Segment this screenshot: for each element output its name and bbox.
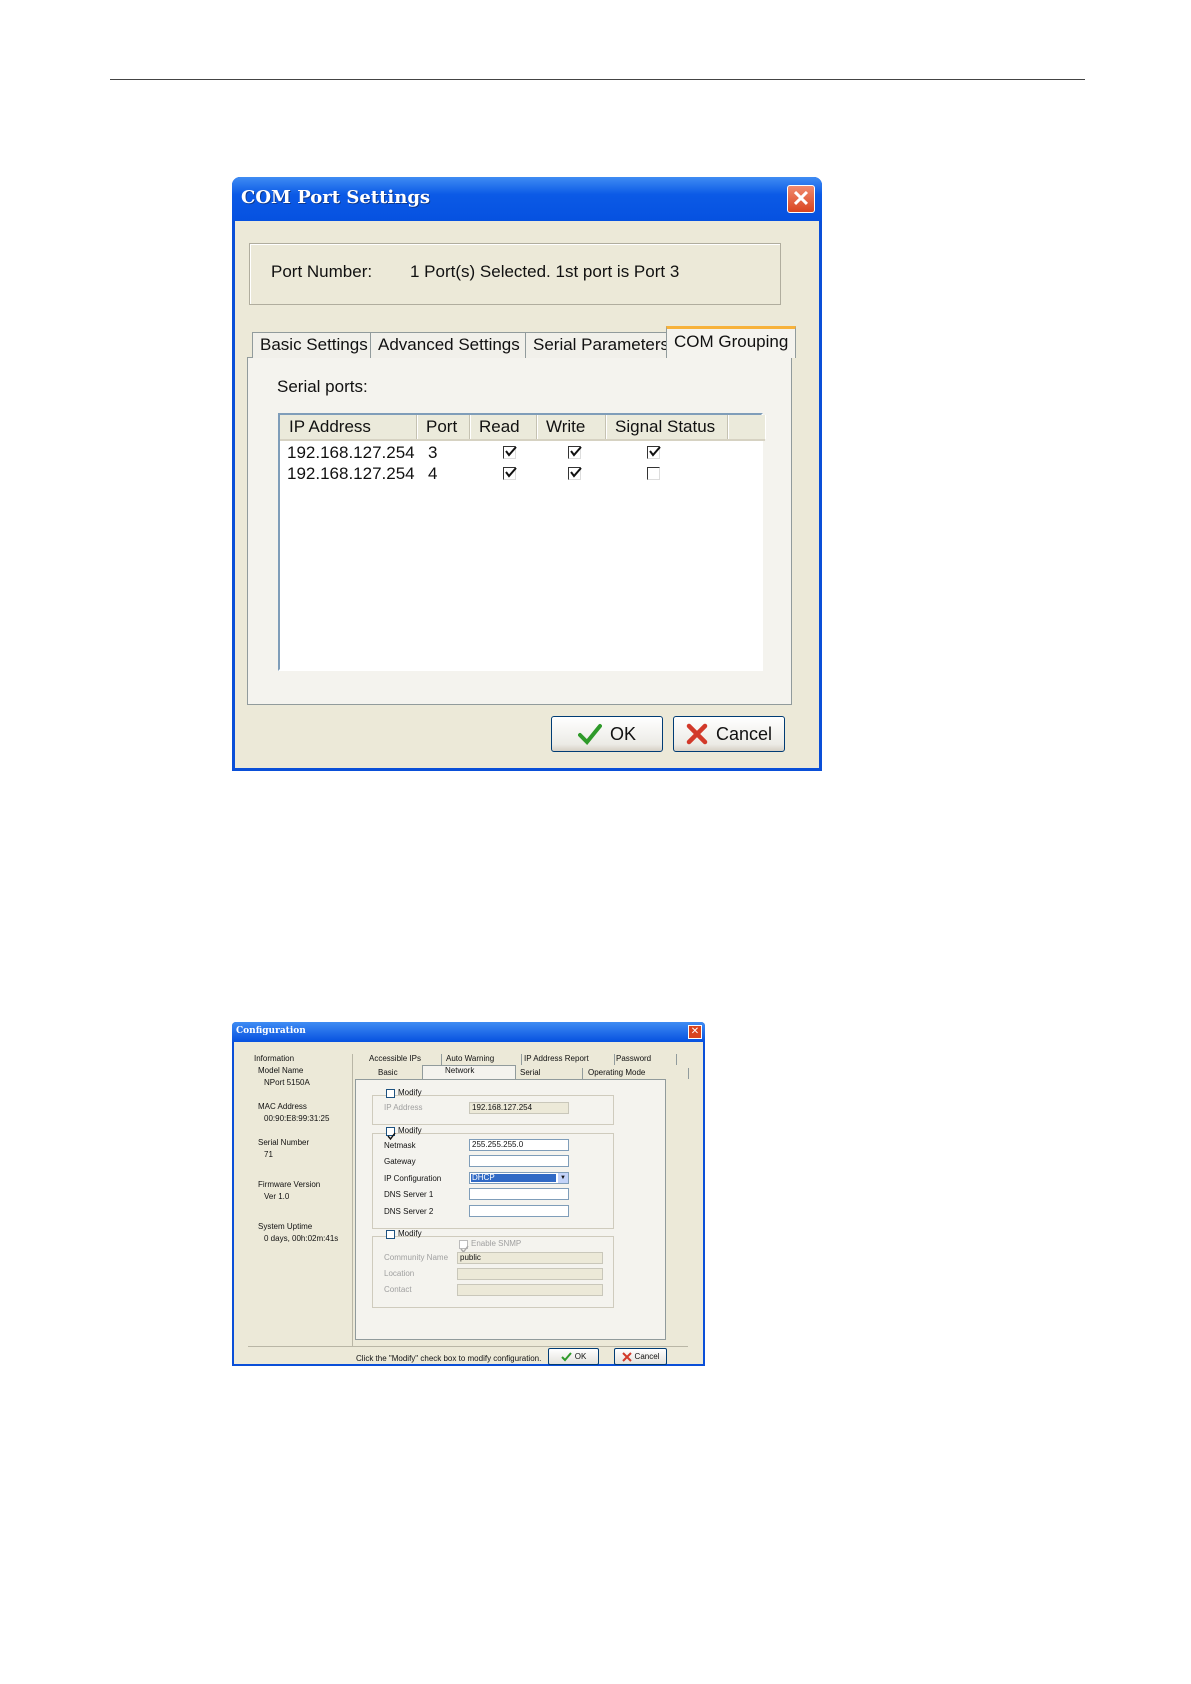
- dns-server-2-label: DNS Server 2: [384, 1207, 434, 1216]
- ip-cell: 192.168.127.254: [287, 443, 415, 462]
- tab-accessible-ips[interactable]: Accessible IPs: [361, 1054, 442, 1065]
- ok-button[interactable]: OK: [551, 716, 663, 752]
- port-number-value: 1 Port(s) Selected. 1st port is Port 3: [410, 262, 680, 281]
- firmware-value: Ver 1.0: [264, 1192, 290, 1201]
- dialog-title: COM Port Settings: [241, 187, 431, 208]
- col-signal-status[interactable]: Signal Status: [606, 415, 728, 439]
- close-icon[interactable]: ✕: [688, 1025, 702, 1039]
- serial-number-label: Serial Number: [258, 1138, 310, 1147]
- enable-snmp-label: Enable SNMP: [471, 1239, 522, 1248]
- cancel-button[interactable]: Cancel: [614, 1348, 667, 1365]
- cancel-label: Cancel: [715, 723, 773, 744]
- write-checkbox[interactable]: [568, 467, 582, 480]
- signal-status-checkbox[interactable]: [647, 446, 661, 459]
- model-name-label: Model Name: [258, 1066, 304, 1075]
- enable-snmp-checkbox[interactable]: [459, 1240, 469, 1254]
- modify-checkbox[interactable]: [386, 1230, 395, 1239]
- dns-server-1-field[interactable]: [469, 1188, 569, 1200]
- uptime-value: 0 days, 00h:02m:41s: [264, 1234, 339, 1243]
- ip-address-field[interactable]: 192.168.127.254: [469, 1102, 569, 1114]
- read-checkbox[interactable]: [503, 446, 517, 459]
- gateway-field[interactable]: [469, 1155, 569, 1167]
- cancel-label: Cancel: [634, 1352, 660, 1361]
- check-icon: [561, 1351, 572, 1361]
- dialog-body: Information Model Name NPort 5150A MAC A…: [234, 1042, 703, 1365]
- dialog-title: Configuration: [236, 1026, 306, 1036]
- tab-basic-settings[interactable]: Basic Settings: [252, 332, 376, 358]
- divider: [248, 1346, 688, 1347]
- ip-address-label: IP Address: [384, 1103, 423, 1112]
- tab-serial-parameters[interactable]: Serial Parameters: [525, 332, 678, 358]
- x-icon: [621, 1351, 632, 1362]
- tab-com-grouping[interactable]: COM Grouping: [666, 326, 797, 358]
- location-label: Location: [384, 1269, 415, 1278]
- col-read[interactable]: Read: [470, 415, 537, 439]
- x-icon: [686, 723, 708, 745]
- serial-ports-list[interactable]: IP Address Port Read Write Signal Status…: [278, 413, 765, 671]
- table-row[interactable]: 192.168.127.254 3: [280, 443, 765, 464]
- netmask-field[interactable]: 255.255.255.0: [469, 1139, 569, 1151]
- mac-label: MAC Address: [258, 1102, 307, 1111]
- modify-label: Modify: [398, 1229, 422, 1238]
- contact-label: Contact: [384, 1285, 412, 1294]
- col-write[interactable]: Write: [537, 415, 606, 439]
- model-name: NPort 5150A: [264, 1078, 310, 1087]
- modify-checkbox[interactable]: [386, 1127, 396, 1141]
- port-cell: 4: [428, 464, 438, 483]
- title-bar[interactable]: Configuration ✕: [232, 1022, 705, 1042]
- ip-config-label: IP Configuration: [384, 1174, 442, 1183]
- mac-value: 00:90:E8:99:31:25: [264, 1114, 330, 1123]
- port-number-label: Port Number:: [271, 262, 373, 281]
- uptime-label: System Uptime: [258, 1222, 313, 1231]
- port-cell: 3: [428, 443, 438, 462]
- ok-label: OK: [574, 1352, 587, 1361]
- check-icon: [577, 724, 602, 745]
- ok-label: OK: [609, 723, 636, 744]
- location-field[interactable]: [457, 1268, 603, 1280]
- contact-field[interactable]: [457, 1284, 603, 1296]
- ip-cell: 192.168.127.254: [287, 464, 415, 483]
- write-checkbox[interactable]: [568, 446, 582, 459]
- modify-label: Modify: [398, 1088, 422, 1097]
- col-port[interactable]: Port: [417, 415, 470, 439]
- modify-label: Modify: [398, 1126, 422, 1135]
- serial-ports-label: Serial ports:: [277, 377, 368, 396]
- tab-operating-mode[interactable]: Operating Mode: [564, 1068, 689, 1079]
- tab-advanced-settings[interactable]: Advanced Settings: [370, 332, 528, 358]
- col-empty: [728, 415, 765, 439]
- ip-config-value: DHCP: [471, 1174, 556, 1182]
- cancel-button[interactable]: Cancel: [673, 716, 785, 752]
- divider: [352, 1054, 353, 1346]
- info-heading: Information: [254, 1054, 295, 1063]
- tab-auto-warning[interactable]: Auto Warning: [434, 1054, 522, 1065]
- community-name-label: Community Name: [384, 1253, 449, 1262]
- footer-hint: Click the "Modify" check box to modify c…: [356, 1354, 542, 1363]
- read-checkbox[interactable]: [503, 467, 517, 480]
- community-name-field[interactable]: public: [457, 1252, 603, 1264]
- signal-status-checkbox[interactable]: [647, 467, 660, 480]
- configuration-dialog: Configuration ✕ Information Model Name N…: [232, 1022, 705, 1366]
- close-icon[interactable]: ✕: [787, 185, 815, 213]
- col-ip-address[interactable]: IP Address: [280, 415, 417, 439]
- list-header: IP Address Port Read Write Signal Status: [280, 415, 765, 441]
- netmask-label: Netmask: [384, 1141, 416, 1150]
- title-bar[interactable]: COM Port Settings ✕: [232, 177, 822, 221]
- serial-number: 71: [264, 1150, 273, 1159]
- header-rule: [110, 79, 1085, 80]
- modify-checkbox[interactable]: [386, 1089, 395, 1098]
- ok-button[interactable]: OK: [548, 1348, 599, 1365]
- tab-ip-address-report[interactable]: IP Address Report: [510, 1054, 615, 1065]
- table-row[interactable]: 192.168.127.254 4: [280, 464, 765, 485]
- dns-server-1-label: DNS Server 1: [384, 1190, 434, 1199]
- gateway-label: Gateway: [384, 1157, 416, 1166]
- chevron-down-icon[interactable]: ▼: [558, 1173, 568, 1183]
- firmware-label: Firmware Version: [258, 1180, 321, 1189]
- tab-password[interactable]: Password: [602, 1054, 677, 1065]
- dns-server-2-field[interactable]: [469, 1205, 569, 1217]
- ip-config-select[interactable]: DHCP ▼: [469, 1172, 569, 1184]
